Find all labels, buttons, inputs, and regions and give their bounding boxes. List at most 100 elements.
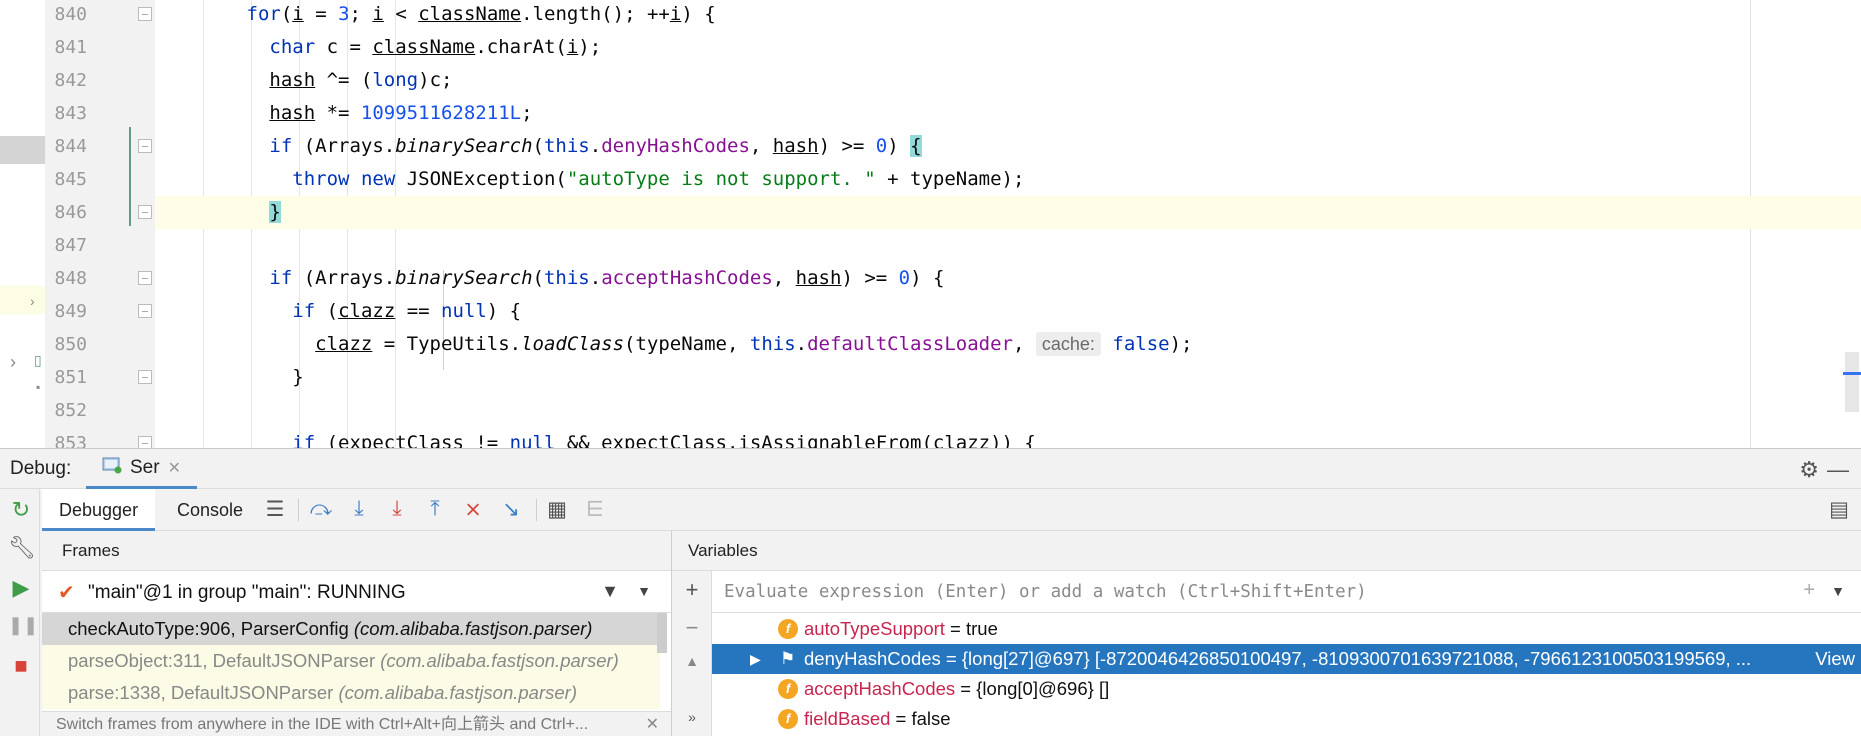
thread-selector[interactable]: ✔ "main"@1 in group "main": RUNNING ▼ ▼ [42, 571, 671, 613]
debug-title: Debug: [10, 458, 72, 479]
variable-name: denyHashCodes [804, 648, 941, 669]
margin-execution-highlight [0, 286, 45, 314]
variable-name: fieldBased [804, 708, 891, 729]
frame-package: (com.alibaba.fastjson.parser) [338, 682, 577, 703]
run-config-tab[interactable]: Ser ✕ [86, 449, 197, 489]
variable-text: autoTypeSupport = true [804, 614, 998, 644]
close-tab-icon[interactable]: ✕ [168, 458, 181, 478]
run-config-label: Ser [130, 456, 160, 478]
close-icon[interactable]: ✕ [646, 712, 659, 736]
frame-method: checkAutoType:906, ParserConfig [68, 618, 349, 639]
step-into-icon[interactable]: ⤓ [346, 497, 372, 521]
variable-row[interactable]: f autoTypeSupport = true [712, 614, 1861, 644]
variable-text: fieldBased = false [804, 704, 951, 734]
step-out-icon[interactable]: ⤒ [422, 497, 448, 521]
add-to-watches-icon[interactable]: + [1803, 579, 1815, 602]
drop-frame-icon[interactable]: ⨯ [460, 497, 486, 522]
variable-value: = {long[27]@697} [-8720046426850100497, … [940, 648, 1752, 669]
line-number: 841 [54, 37, 87, 58]
line-number: 843 [54, 103, 87, 124]
code-line: clazz = TypeUtils.loadClass(typeName, th… [315, 332, 1193, 356]
more-icon[interactable]: » [680, 709, 704, 725]
evaluate-row: + ▼ [712, 571, 1861, 613]
variable-text: denyHashCodes = {long[27]@697} [-8720046… [804, 644, 1751, 674]
tab-debugger[interactable]: Debugger [42, 489, 156, 531]
code-line: hash *= 1099511628211L; [269, 102, 533, 124]
code-line: char c = className.charAt(i); [269, 36, 602, 58]
remove-watch-icon[interactable]: − [680, 615, 704, 641]
fold-marker[interactable] [138, 7, 152, 21]
pause-icon[interactable]: ❚❚ [8, 615, 38, 636]
variables-pane: Variables + ▼ f autoTypeSupport = true ▶… [672, 531, 1861, 736]
variable-row[interactable]: f fieldBased = false [712, 704, 1861, 734]
editor-scrollbar[interactable] [1845, 352, 1859, 412]
field-icon: f [778, 679, 798, 699]
code-line: if (Arrays.binarySearch(this.acceptHashC… [269, 267, 945, 289]
restore-layout-icon[interactable]: ▤ [1826, 497, 1852, 522]
thread-label: "main"@1 in group "main": RUNNING [88, 582, 406, 603]
step-over-icon[interactable]: ⤼ [308, 497, 334, 521]
line-number: 852 [54, 400, 87, 421]
code-line: hash ^= (long)c; [269, 69, 453, 91]
code-line: if (expectClass != null && expectClass.i… [292, 432, 1036, 448]
frame-package: (com.alibaba.fastjson.parser) [353, 618, 593, 639]
evaluate-expression-input[interactable] [724, 578, 1774, 606]
scrollbar-marker[interactable] [1843, 372, 1861, 375]
fold-marker[interactable] [138, 304, 152, 318]
code-area[interactable]: for(i = 3; i < className.length(); ++i) … [155, 0, 1861, 448]
variable-row-selected[interactable]: ▶ ⚑ denyHashCodes = {long[27]@697} [-872… [712, 644, 1861, 674]
gear-icon[interactable]: ⚙ [1799, 457, 1819, 483]
chevron-down-icon[interactable]: ▼ [637, 583, 651, 599]
fold-marker[interactable] [138, 436, 152, 448]
view-link[interactable]: View [1809, 644, 1861, 674]
variable-name: autoTypeSupport [804, 618, 945, 639]
code-line: if (Arrays.binarySearch(this.denyHashCod… [269, 135, 922, 157]
evaluate-expression-icon[interactable]: ▦ [544, 497, 570, 522]
tab-console[interactable]: Console [160, 489, 260, 531]
structure-icon[interactable]: ▯ [34, 352, 42, 369]
stack-frame[interactable]: parse:1338, DefaultJSONParser (com.aliba… [42, 677, 660, 709]
stack-frame[interactable]: checkAutoType:906, ParserConfig (com.ali… [42, 613, 660, 645]
debug-header: Debug: Ser ✕ ⚙ — [0, 449, 1861, 489]
variable-value: = false [890, 708, 951, 729]
resume-icon[interactable]: ▶ [8, 575, 34, 601]
fold-marker[interactable] [138, 370, 152, 384]
debug-tool-window: Debug: Ser ✕ ⚙ — ↻ 🔧︎ ▶ ❚❚ ■ Debugger Co… [0, 448, 1861, 736]
chevron-down-icon[interactable]: ▼ [1831, 583, 1845, 599]
stack-frame[interactable]: parseObject:311, DefaultJSONParser (com.… [42, 645, 660, 677]
filter-icon[interactable]: ▼ [601, 581, 619, 602]
line-number: 851 [54, 367, 87, 388]
expand-arrow-icon[interactable]: ▶ [750, 644, 761, 674]
variable-text: acceptHashCodes = {long[0]@696} [] [804, 674, 1109, 704]
code-line: if (clazz == null) { [292, 300, 522, 322]
expand-icon[interactable]: › [10, 352, 16, 373]
code-editor[interactable]: › › ▯ ▪ 840 841 842 843 844 845 846 847 … [0, 0, 1861, 448]
variable-row[interactable]: f acceptHashCodes = {long[0]@696} [] [712, 674, 1861, 704]
stop-icon[interactable]: ■ [8, 653, 34, 679]
fold-marker[interactable] [138, 205, 152, 219]
variables-title: Variables [672, 531, 1861, 571]
margin-highlight [0, 136, 45, 164]
frame-method: parse:1338, DefaultJSONParser [68, 682, 334, 703]
force-step-into-icon[interactable]: ⤓ [384, 497, 410, 521]
trace-stream-icon[interactable]: ⋿ [582, 497, 608, 522]
frames-scrollbar[interactable] [657, 613, 667, 653]
checkmark-icon: ✔ [58, 582, 75, 604]
code-line: for(i = 3; i < className.length(); ++i) … [246, 3, 716, 25]
move-up-icon[interactable]: ▲ [680, 653, 704, 669]
add-watch-icon[interactable]: + [680, 577, 704, 603]
rerun-icon[interactable]: ↻ [8, 497, 34, 523]
fold-marker[interactable] [138, 271, 152, 285]
minimize-icon[interactable]: — [1827, 457, 1849, 483]
wrench-icon[interactable]: 🔧︎ [8, 535, 36, 561]
fold-marker[interactable] [138, 139, 152, 153]
variable-value: = true [944, 618, 998, 639]
run-to-cursor-icon[interactable]: ↘ [498, 497, 524, 522]
vcs-change-marker[interactable] [129, 127, 131, 226]
tool-icon[interactable]: ▪ [36, 380, 40, 394]
layout-icon[interactable]: ☰ [262, 497, 288, 522]
debugger-toolbar: Debugger Console ☰ ⤼ ⤓ ⤓ ⤒ ⨯ ↘ ▦ ⋿ ▤ [42, 489, 1861, 531]
frame-package: (com.alibaba.fastjson.parser) [380, 650, 619, 671]
toolbar-separator [536, 499, 537, 521]
